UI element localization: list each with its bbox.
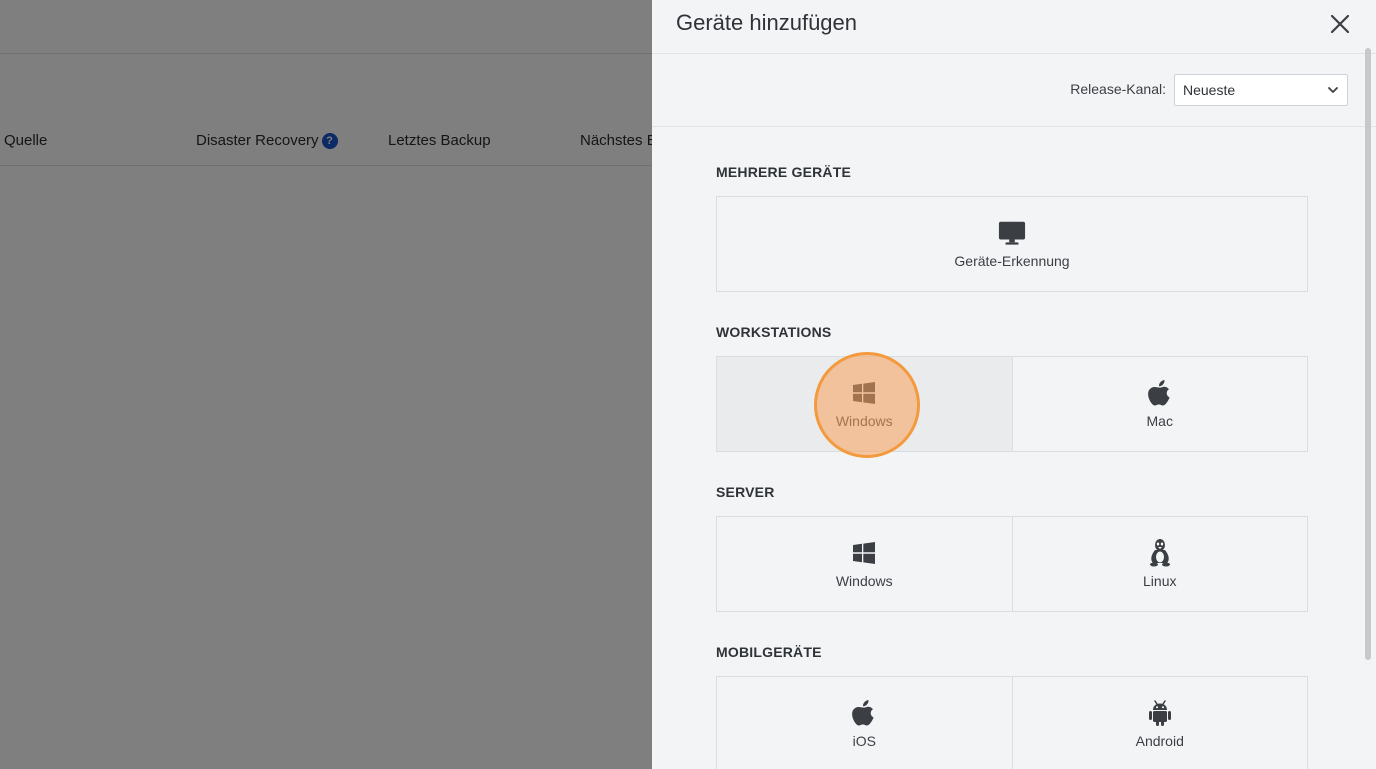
windows-icon xyxy=(850,539,878,567)
workstation-mac-tile[interactable]: Mac xyxy=(1012,356,1308,452)
tile-label: Android xyxy=(1135,733,1184,749)
release-channel-select[interactable]: Neueste xyxy=(1174,74,1348,106)
panel-title: Geräte hinzufügen xyxy=(676,10,858,35)
tile-label: Mac xyxy=(1146,413,1173,429)
windows-icon xyxy=(850,379,878,407)
apple-icon xyxy=(850,699,878,727)
apple-icon xyxy=(1146,379,1174,407)
chevron-down-icon xyxy=(1328,87,1338,93)
tile-label: Linux xyxy=(1143,573,1177,589)
linux-icon xyxy=(1146,539,1174,567)
tile-row-multiple-devices: Geräte-Erkennung xyxy=(716,196,1308,292)
release-channel-value: Neueste xyxy=(1183,82,1236,98)
close-button[interactable] xyxy=(1326,10,1354,38)
server-windows-tile[interactable]: Windows xyxy=(716,516,1013,612)
android-icon xyxy=(1146,699,1174,727)
close-icon xyxy=(1330,14,1350,34)
workstation-windows-tile[interactable]: Windows xyxy=(716,356,1013,452)
mobile-ios-tile[interactable]: iOS xyxy=(716,676,1013,769)
tile-row-workstations: Windows Mac xyxy=(716,356,1308,452)
scrollbar[interactable] xyxy=(1365,48,1371,660)
release-channel-label: Release-Kanal: xyxy=(1070,81,1166,97)
section-title-workstations: WORKSTATIONS xyxy=(716,324,832,340)
section-title-multiple-devices: MEHRERE GERÄTE xyxy=(716,164,852,180)
release-channel-row: Release-Kanal: Neueste xyxy=(652,54,1376,127)
server-linux-tile[interactable]: Linux xyxy=(1012,516,1308,612)
section-title-mobile-devices: MOBILGERÄTE xyxy=(716,644,822,660)
section-title-server: SERVER xyxy=(716,484,775,500)
monitor-icon xyxy=(998,219,1026,247)
mobile-android-tile[interactable]: Android xyxy=(1012,676,1308,769)
tile-row-server: Windows Linux xyxy=(716,516,1308,612)
tile-label: Windows xyxy=(835,413,893,429)
tile-label: Windows xyxy=(835,573,893,589)
add-devices-panel: Geräte hinzufügen Release-Kanal: Neueste… xyxy=(652,0,1376,769)
tile-row-mobile-devices: iOS Android xyxy=(716,676,1308,769)
panel-header: Geräte hinzufügen xyxy=(652,0,1376,54)
tile-label: iOS xyxy=(852,733,876,749)
tile-label: Geräte-Erkennung xyxy=(954,253,1070,269)
device-discovery-tile[interactable]: Geräte-Erkennung xyxy=(716,196,1308,292)
